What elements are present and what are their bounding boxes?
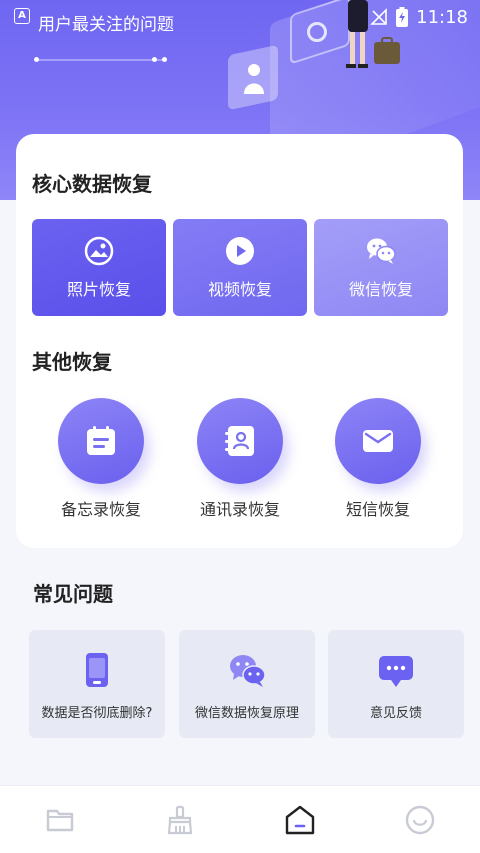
- bottom-nav: [0, 785, 480, 853]
- wechat-icon: [230, 655, 266, 687]
- hero-dot: [152, 57, 157, 62]
- hero-dot: [34, 57, 39, 62]
- phone-icon: [86, 653, 108, 687]
- faq-title: 常见问题: [33, 582, 113, 606]
- app-badge-icon: A: [14, 8, 30, 24]
- no-signal-icon: [370, 8, 387, 25]
- home-icon: [285, 805, 315, 834]
- status-bar: 11:18: [370, 6, 468, 28]
- mail-icon-circle: [335, 398, 421, 484]
- wechat-recovery-button[interactable]: 微信恢复: [314, 219, 448, 316]
- play-icon: [226, 237, 254, 265]
- header-title[interactable]: 用户最关注的问题: [38, 10, 174, 35]
- status-time: 11:18: [416, 6, 468, 28]
- tile-label: 微信恢复: [348, 280, 413, 299]
- tile-label: 照片恢复: [66, 280, 131, 299]
- faq-item-wechat-principle[interactable]: 微信数据恢复原理: [179, 630, 315, 738]
- chat-bubble-icon: [379, 656, 413, 687]
- photo-recovery-button[interactable]: 照片恢复: [32, 219, 166, 316]
- image-icon: [84, 236, 114, 266]
- faq-item-feedback[interactable]: 意见反馈: [328, 630, 464, 738]
- other-label: 短信恢复: [345, 500, 410, 519]
- nav-profile[interactable]: [390, 790, 450, 850]
- other-label: 通讯录恢复: [199, 500, 280, 519]
- hero-dot: [162, 57, 167, 62]
- video-recovery-button[interactable]: 视频恢复: [173, 219, 307, 316]
- nav-files[interactable]: [30, 790, 90, 850]
- hero-decoration: [307, 22, 327, 42]
- mail-icon: [363, 430, 393, 452]
- smile-icon: [405, 805, 435, 834]
- wechat-icon: [367, 238, 396, 264]
- memo-icon: [87, 426, 115, 455]
- contacts-icon-circle: [197, 398, 283, 484]
- sms-recovery-button[interactable]: 短信恢复: [318, 398, 438, 520]
- folder-icon: [46, 809, 74, 831]
- faq-item-data-deleted[interactable]: 数据是否彻底删除?: [29, 630, 165, 738]
- nav-home[interactable]: [270, 790, 330, 850]
- other-label: 备忘录恢复: [60, 500, 141, 519]
- contacts-recovery-button[interactable]: 通讯录恢复: [180, 398, 300, 520]
- nav-clean[interactable]: [150, 790, 210, 850]
- person-icon: [244, 64, 264, 94]
- memo-recovery-button[interactable]: 备忘录恢复: [41, 398, 161, 520]
- battery-charging-icon: [396, 7, 409, 27]
- memo-icon-circle: [58, 398, 144, 484]
- faq-label: 数据是否彻底删除?: [41, 706, 153, 721]
- faq-label: 意见反馈: [369, 706, 422, 721]
- core-recovery-title: 核心数据恢复: [32, 172, 152, 196]
- other-recovery-title: 其他恢复: [32, 350, 112, 374]
- hero-divider: [36, 59, 166, 61]
- broom-icon: [167, 805, 193, 834]
- contacts-icon: [225, 426, 254, 456]
- tile-label: 视频恢复: [207, 280, 272, 299]
- faq-label: 微信数据恢复原理: [194, 706, 299, 721]
